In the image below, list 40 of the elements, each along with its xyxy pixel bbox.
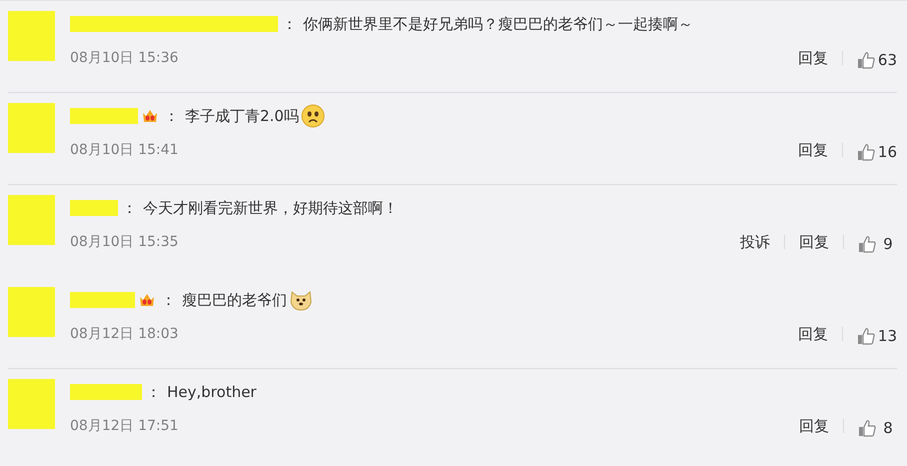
like-button[interactable]: 9 bbox=[858, 235, 897, 253]
username-redaction bbox=[70, 200, 118, 216]
avatar[interactable] bbox=[8, 195, 55, 245]
comment-text: 瘦巴巴的老爷们 bbox=[182, 290, 287, 310]
thumbs-up-icon bbox=[856, 51, 875, 69]
comment-time: 08月10日 15:41 bbox=[70, 141, 178, 159]
avatar[interactable] bbox=[8, 11, 55, 61]
thumbs-up-icon bbox=[858, 419, 876, 437]
username-redaction bbox=[70, 108, 138, 124]
like-button[interactable]: 8 bbox=[858, 419, 897, 437]
username-redaction bbox=[70, 292, 135, 308]
action-link[interactable]: 回复 bbox=[799, 416, 829, 436]
avatar[interactable] bbox=[8, 103, 55, 153]
thumbs-up-icon bbox=[856, 143, 875, 161]
like-button[interactable]: 63 bbox=[856, 51, 897, 69]
comment-time: 08月10日 15:36 bbox=[70, 49, 178, 67]
thumbs-up-icon bbox=[858, 235, 876, 253]
thumbs-up-icon bbox=[856, 327, 875, 345]
avatar[interactable] bbox=[8, 287, 55, 337]
username-redaction bbox=[70, 384, 142, 400]
comment-time: 08月10日 15:35 bbox=[70, 233, 178, 251]
comment-text: Hey,brother bbox=[167, 383, 256, 401]
comment-time: 08月12日 17:51 bbox=[70, 417, 178, 435]
like-button[interactable]: 16 bbox=[856, 143, 897, 161]
comment-text: 李子成丁青2.0吗 bbox=[185, 106, 299, 126]
colon: ： bbox=[164, 106, 179, 126]
action-link[interactable]: 回复 bbox=[798, 140, 828, 160]
colon: ： bbox=[146, 382, 161, 402]
comment-time: 08月12日 18:03 bbox=[70, 325, 178, 343]
comment-text: 你俩新世界里不是好兄弟吗？瘦巴巴的老爷们～一起揍啊～ bbox=[303, 14, 693, 34]
action-link[interactable]: 回复 bbox=[798, 48, 828, 68]
action-link[interactable]: 回复 bbox=[799, 232, 829, 252]
action-link[interactable]: 回复 bbox=[798, 324, 828, 344]
colon: ： bbox=[122, 198, 137, 218]
action-link[interactable]: 投诉 bbox=[740, 232, 770, 252]
colon: ： bbox=[282, 14, 297, 34]
avatar[interactable] bbox=[8, 379, 55, 429]
colon: ： bbox=[161, 290, 176, 310]
comment-text: 今天才刚看完新世界，好期待这部啊！ bbox=[143, 198, 398, 218]
like-button[interactable]: 13 bbox=[856, 327, 897, 345]
